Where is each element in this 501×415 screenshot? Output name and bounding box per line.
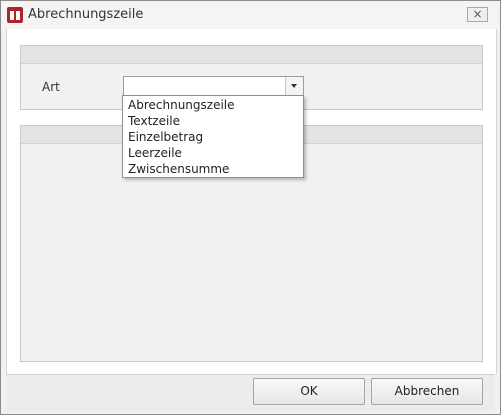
app-logo-icon <box>7 7 23 23</box>
dropdown-item-leerzeile[interactable]: Leerzeile <box>123 145 303 161</box>
art-label: Art <box>42 80 60 94</box>
ok-button[interactable]: OK <box>253 378 365 405</box>
art-dropdown-list: Abrechnungszeile Textzeile Einzelbetrag … <box>122 95 304 178</box>
art-combobox[interactable] <box>123 76 304 96</box>
close-button[interactable]: × <box>467 7 488 22</box>
cancel-button[interactable]: Abbrechen <box>371 378 483 405</box>
dropdown-item-abrechnungszeile[interactable]: Abrechnungszeile <box>123 97 303 113</box>
chevron-down-icon[interactable] <box>285 77 303 95</box>
dropdown-item-einzelbetrag[interactable]: Einzelbetrag <box>123 129 303 145</box>
group-header <box>21 46 482 64</box>
dialog-window: Abrechnungszeile × OK Abbrechen <box>0 0 501 415</box>
dropdown-item-textzeile[interactable]: Textzeile <box>123 113 303 129</box>
dialog-title: Abrechnungszeile <box>28 7 144 22</box>
title-bar: Abrechnungszeile × <box>1 1 500 29</box>
dropdown-item-zwischensumme[interactable]: Zwischensumme <box>123 161 303 177</box>
